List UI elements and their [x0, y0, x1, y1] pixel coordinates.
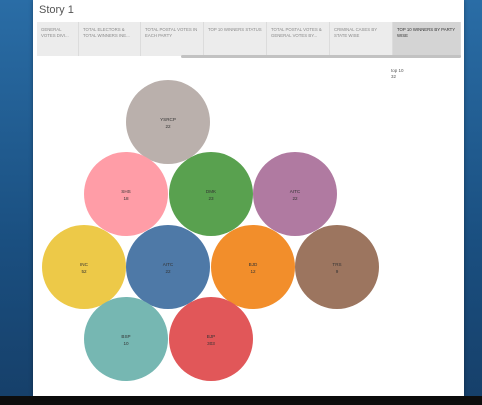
bubble-chart: YSRCP 22 SHS 18 DMK 23 AITC 22 INC 52 AITC 22 BJD 12 T… [42, 80, 379, 381]
bubble-bsp-8[interactable]: BSP 10 [84, 297, 168, 381]
bubble-circle[interactable] [211, 225, 295, 309]
story-panel: Story 1 GENERAL VOTES DIVI... TOTAL ELEC… [33, 0, 464, 396]
bubble-aitc-5[interactable]: AITC 22 [126, 225, 210, 309]
bubble-inc-4[interactable]: INC 52 [42, 225, 126, 309]
bubble-value-label: 303 [207, 341, 215, 346]
bubble-ysrcp-0[interactable]: YSRCP 22 [126, 80, 210, 164]
bubble-value-label: 52 [81, 269, 87, 274]
bubble-value-label: 9 [336, 269, 339, 274]
bubble-party-label: BJD [249, 262, 258, 267]
bubble-circle[interactable] [84, 297, 168, 381]
bubble-circle[interactable] [126, 225, 210, 309]
bubble-party-label: AITC [290, 189, 301, 194]
bubble-trs-7[interactable]: TRS 9 [295, 225, 379, 309]
bubble-circle[interactable] [169, 152, 253, 236]
bubble-bjd-6[interactable]: BJD 12 [211, 225, 295, 309]
bubble-party-label: BSP [121, 334, 130, 339]
bubble-dmk-2[interactable]: DMK 23 [169, 152, 253, 236]
bubble-circle[interactable] [295, 225, 379, 309]
bubble-circle[interactable] [84, 152, 168, 236]
bubble-circle[interactable] [169, 297, 253, 381]
bubble-circle[interactable] [126, 80, 210, 164]
bubble-value-label: 12 [250, 269, 256, 274]
bubble-value-label: 22 [292, 196, 298, 201]
bubble-party-label: YSRCP [160, 117, 176, 122]
bubble-value-label: 23 [208, 196, 214, 201]
taskbar-strip [0, 396, 482, 405]
bubble-party-label: DMK [206, 189, 217, 194]
bubble-party-label: TRS [332, 262, 341, 267]
bubble-party-label: AITC [163, 262, 174, 267]
bubble-party-label: SHS [121, 189, 130, 194]
bubble-value-label: 22 [165, 124, 171, 129]
bubble-value-label: 18 [123, 196, 129, 201]
bubble-shs-1[interactable]: SHS 18 [84, 152, 168, 236]
bubble-party-label: BJP [207, 334, 215, 339]
bubble-party-label: INC [80, 262, 89, 267]
bubble-value-label: 22 [165, 269, 171, 274]
bubble-value-label: 10 [123, 341, 129, 346]
bubble-circle[interactable] [42, 225, 126, 309]
bubble-bjp-9[interactable]: BJP 303 [169, 297, 253, 381]
bubble-aitc-3[interactable]: AITC 22 [253, 152, 337, 236]
bubble-circle[interactable] [253, 152, 337, 236]
